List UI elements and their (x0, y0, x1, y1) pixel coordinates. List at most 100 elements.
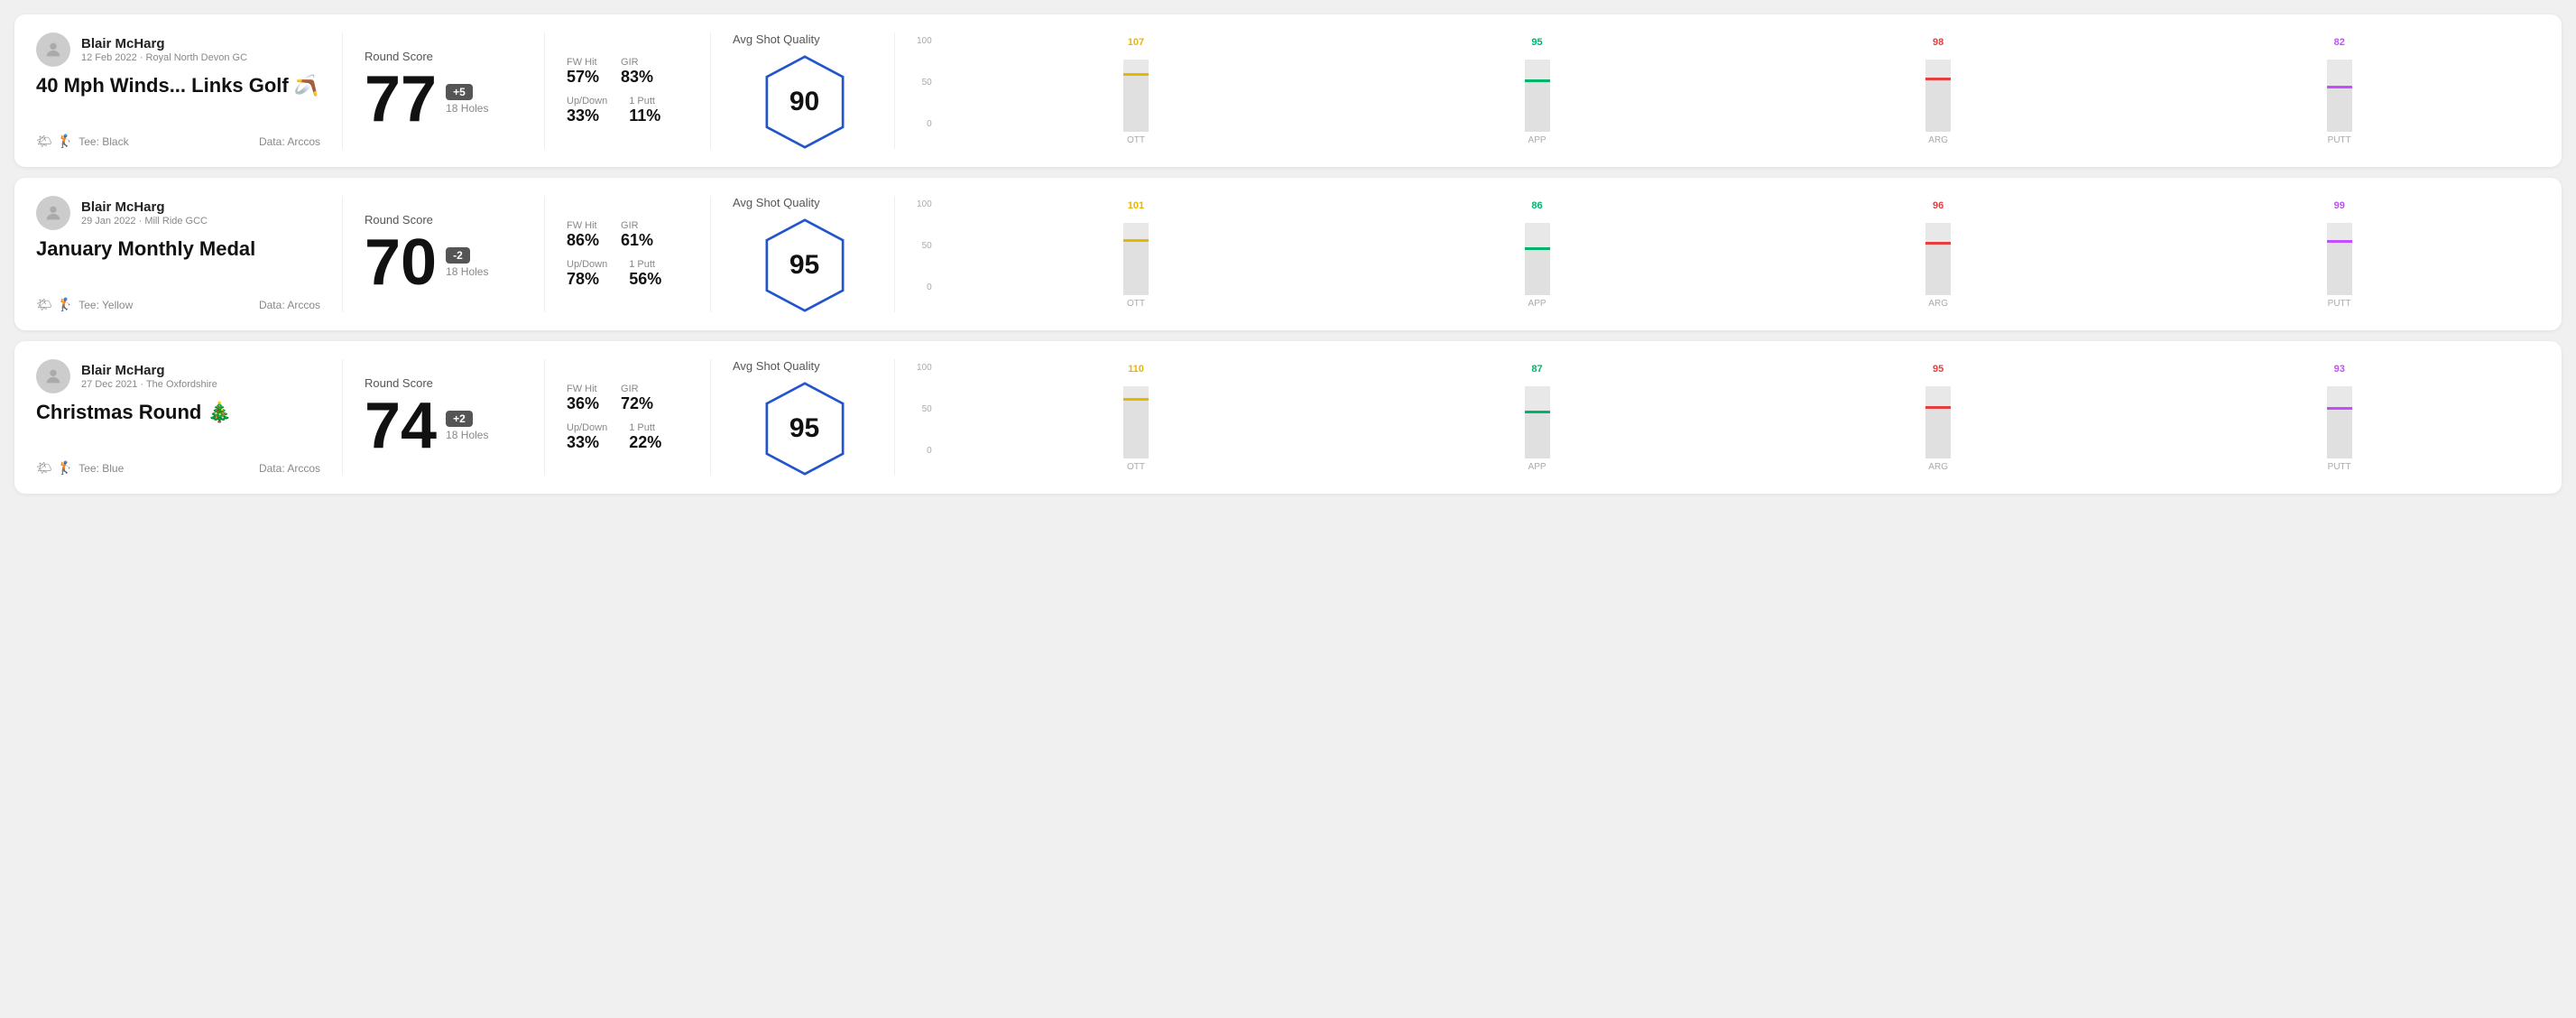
bar-wrapper-putt (2327, 386, 2352, 458)
bar-group-app: 87 APP (1336, 364, 1738, 472)
bar-color-line-app (1525, 79, 1550, 82)
bar-x-label-ott: OTT (1127, 299, 1145, 309)
putt-label: 1 Putt (629, 259, 661, 270)
chart-y-labels: 100 50 0 (917, 37, 932, 145)
bar-x-label-putt: PUTT (2328, 462, 2351, 472)
bar-color-line-app (1525, 247, 1550, 250)
avg-shot-quality-label: Avg Shot Quality (733, 32, 820, 46)
fw-hit-stat: FW Hit 86% (567, 220, 599, 250)
score-badge: +2 18 Holes (446, 411, 488, 441)
bar-top-label-putt: 93 (2334, 364, 2345, 375)
fw-hit-stat: FW Hit 57% (567, 57, 599, 87)
bar-color-line-arg (1925, 78, 1951, 80)
stats-group-top: FW Hit 57% GIR 83% (567, 57, 688, 87)
bag-icon: 🏌 (58, 297, 73, 312)
data-source: Data: Arccos (259, 299, 320, 311)
bar-x-label-putt: PUTT (2328, 135, 2351, 145)
bar-top-label-app: 86 (1531, 200, 1542, 211)
bar-top-label-arg: 95 (1933, 364, 1944, 375)
fw-hit-value: 36% (567, 394, 599, 413)
round-title: 40 Mph Winds... Links Golf 🪃 (36, 74, 320, 97)
bar-color-line-ott (1123, 73, 1149, 76)
bar-fill-app (1525, 413, 1550, 458)
chart-bars: 100 50 0 107OTT95APP98ARG82PUTT (917, 37, 2540, 145)
gir-stat: GIR 83% (621, 57, 653, 87)
bar-fill-putt (2327, 410, 2352, 458)
chart-y-labels: 100 50 0 (917, 200, 932, 309)
user-meta: 12 Feb 2022 · Royal North Devon GC (81, 52, 247, 63)
bar-group-ott: 101 OTT (936, 200, 1337, 309)
bar-color-line-arg (1925, 242, 1951, 245)
bar-x-label-ott: OTT (1127, 462, 1145, 472)
score-badge: -2 18 Holes (446, 247, 488, 278)
bar-fill-ott (1123, 401, 1149, 458)
round-title: January Monthly Medal (36, 237, 320, 261)
hexagon: 95 (764, 218, 845, 312)
data-source: Data: Arccos (259, 462, 320, 475)
tee-label: Tee: Black (78, 135, 128, 148)
gir-value: 72% (621, 394, 653, 413)
stats-group-bottom: Up/Down 78% 1 Putt 56% (567, 259, 688, 289)
y-label-50: 50 (917, 405, 932, 414)
user-row: Blair McHarg 12 Feb 2022 · Royal North D… (36, 32, 320, 67)
bar-top-label-app: 87 (1531, 364, 1542, 375)
stats-section: FW Hit 86% GIR 61% Up/Down 78% 1 Putt 56… (567, 196, 711, 312)
round-card-round2: Blair McHarg 29 Jan 2022 · Mill Ride GCC… (14, 178, 2562, 330)
bar-x-label-app: APP (1528, 462, 1547, 472)
updown-stat: Up/Down 33% (567, 96, 607, 125)
user-info: Blair McHarg 27 Dec 2021 · The Oxfordshi… (81, 363, 217, 390)
user-info: Blair McHarg 12 Feb 2022 · Royal North D… (81, 36, 247, 63)
avg-shot-quality-label: Avg Shot Quality (733, 196, 820, 209)
bar-top-label-putt: 99 (2334, 200, 2345, 211)
left-section: Blair McHarg 27 Dec 2021 · The Oxfordshi… (36, 359, 343, 476)
bar-color-line-putt (2327, 86, 2352, 88)
score-number: 74 (365, 393, 437, 458)
round-card-round1: Blair McHarg 12 Feb 2022 · Royal North D… (14, 14, 2562, 167)
bottom-row: 🌤 🏌 Tee: Black Data: Arccos (36, 134, 320, 149)
bar-top-label-ott: 107 (1128, 37, 1144, 48)
hex-score: 95 (789, 250, 819, 281)
bar-wrapper-ott (1123, 60, 1149, 132)
holes-text: 18 Holes (446, 265, 488, 278)
score-diff-badge: -2 (446, 247, 470, 264)
y-label-0: 0 (917, 120, 932, 129)
hex-section: Avg Shot Quality 95 (733, 359, 895, 476)
user-meta: 29 Jan 2022 · Mill Ride GCC (81, 216, 208, 227)
updown-value: 33% (567, 433, 607, 452)
bar-fill-app (1525, 250, 1550, 295)
user-row: Blair McHarg 29 Jan 2022 · Mill Ride GCC (36, 196, 320, 230)
gir-value: 61% (621, 231, 653, 250)
user-name: Blair McHarg (81, 36, 247, 51)
bar-color-line-ott (1123, 239, 1149, 242)
bar-x-label-arg: ARG (1928, 462, 1948, 472)
bar-fill-putt (2327, 243, 2352, 295)
bar-x-label-ott: OTT (1127, 135, 1145, 145)
bar-x-label-arg: ARG (1928, 299, 1948, 309)
stats-group-bottom: Up/Down 33% 1 Putt 11% (567, 96, 688, 125)
user-name: Blair McHarg (81, 363, 217, 378)
chart-bars: 100 50 0 110 OTT 87 APP 95 ARG 93 PUTT (917, 364, 2540, 472)
gir-label: GIR (621, 220, 653, 231)
avatar (36, 359, 70, 393)
bag-icon: 🏌 (58, 134, 73, 149)
tee-info: 🌤 🏌 Tee: Blue (36, 460, 124, 476)
bar-color-line-ott (1123, 398, 1149, 401)
left-section: Blair McHarg 29 Jan 2022 · Mill Ride GCC… (36, 196, 343, 312)
weather-icon: 🌤 (36, 297, 52, 312)
bar-fill-arg (1925, 80, 1951, 132)
putt-value: 11% (629, 106, 660, 125)
updown-value: 33% (567, 106, 607, 125)
bar-group-ott: 110 OTT (936, 364, 1337, 472)
bar-top-label-ott: 110 (1128, 364, 1144, 375)
bar-top-label-arg: 96 (1933, 200, 1944, 211)
weather-icon: 🌤 (36, 134, 52, 149)
bar-group-arg: 95 ARG (1738, 364, 2139, 472)
y-label-100: 100 (917, 37, 932, 46)
bar-fill-arg (1925, 245, 1951, 295)
weather-icon: 🌤 (36, 460, 52, 476)
bar-x-label-arg: ARG (1928, 135, 1948, 145)
chart-y-labels: 100 50 0 (917, 364, 932, 472)
bar-top-label-ott: 101 (1128, 200, 1144, 211)
score-number: 70 (365, 230, 437, 295)
fw-hit-label: FW Hit (567, 57, 599, 68)
